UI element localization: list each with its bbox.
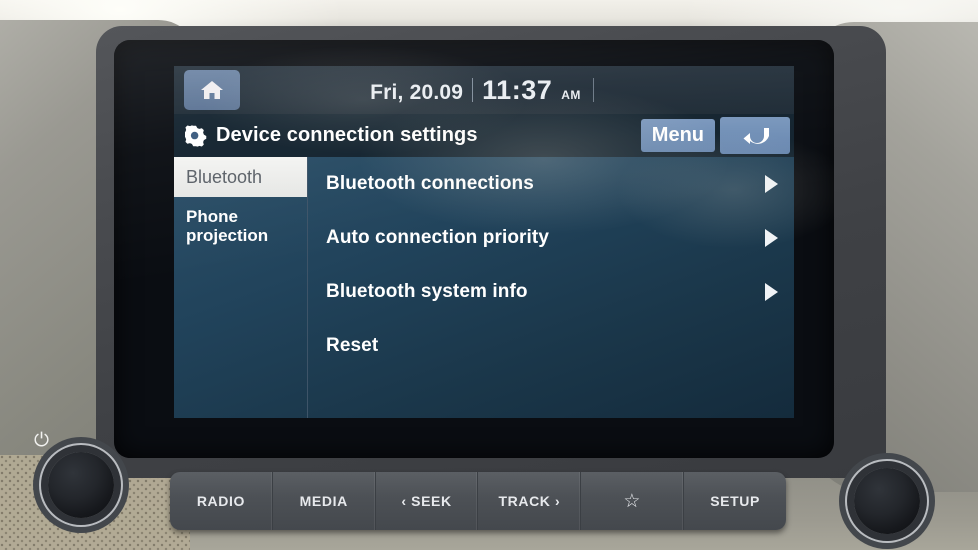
category-sidebar: Bluetooth Phone projection (174, 157, 308, 418)
sidebar-item-phone-projection[interactable]: Phone projection (174, 197, 307, 255)
star-icon: ☆ (623, 490, 642, 512)
settings-list: Bluetooth connections Auto connection pr… (308, 157, 794, 418)
title-bar-actions: Menu (640, 114, 794, 157)
sidebar-item-label: Phone projection (186, 207, 269, 246)
list-item-reset[interactable]: Reset (326, 319, 778, 373)
date-text: Fri, 20.09 (370, 80, 464, 104)
hw-button-setup[interactable]: SETUP (684, 472, 786, 530)
hw-button-media[interactable]: MEDIA (273, 472, 376, 530)
back-arrow-icon (743, 127, 769, 144)
list-item-bluetooth-system-info[interactable]: Bluetooth system info (326, 265, 778, 319)
settings-body: Bluetooth Phone projection Bluetooth con… (174, 157, 794, 418)
tune-scroll-knob[interactable] (854, 468, 920, 534)
time-text: 11:37 (482, 74, 553, 105)
list-item-label: Bluetooth connections (326, 173, 534, 194)
hardware-button-strip: RADIO MEDIA ‹ SEEK TRACK › ☆ SETUP (170, 472, 786, 530)
sidebar-item-label: Bluetooth (186, 167, 263, 187)
power-volume-knob[interactable] (48, 452, 114, 518)
list-item-label: Bluetooth system info (326, 281, 528, 302)
clock-separator (472, 78, 474, 102)
home-button[interactable] (184, 70, 240, 110)
status-bar: Fri, 20.09 11:37 AM (174, 66, 794, 114)
list-item-bluetooth-connections[interactable]: Bluetooth connections (326, 157, 778, 211)
hw-button-radio[interactable]: RADIO (170, 472, 273, 530)
chevron-right-icon (765, 175, 778, 193)
list-item-label: Auto connection priority (326, 227, 550, 248)
back-button[interactable] (720, 117, 790, 154)
list-item-label: Reset (326, 335, 379, 356)
sidebar-item-bluetooth[interactable]: Bluetooth (174, 157, 307, 198)
infotainment-screen[interactable]: Fri, 20.09 11:37 AM Device connection se… (174, 66, 794, 418)
power-icon: ⏻ (34, 430, 50, 451)
touchscreen-glass[interactable]: Fri, 20.09 11:37 AM Device connection se… (114, 40, 834, 458)
list-item-auto-connection-priority[interactable]: Auto connection priority (326, 211, 778, 265)
clock-end-separator (592, 78, 594, 102)
hw-button-seek[interactable]: ‹ SEEK (376, 472, 479, 530)
menu-button[interactable]: Menu (640, 119, 715, 152)
home-icon (201, 81, 223, 99)
clock-area: Fri, 20.09 11:37 AM (240, 75, 794, 106)
chevron-right-icon (765, 283, 778, 301)
page-title: Device connection settings (216, 124, 478, 146)
chevron-right-icon (765, 229, 778, 247)
hw-button-favorite[interactable]: ☆ (581, 472, 685, 530)
title-bar: Device connection settings Menu (174, 114, 794, 157)
gear-icon (185, 124, 207, 147)
hw-button-track[interactable]: TRACK › (478, 472, 582, 530)
ampm-text: AM (561, 87, 581, 102)
